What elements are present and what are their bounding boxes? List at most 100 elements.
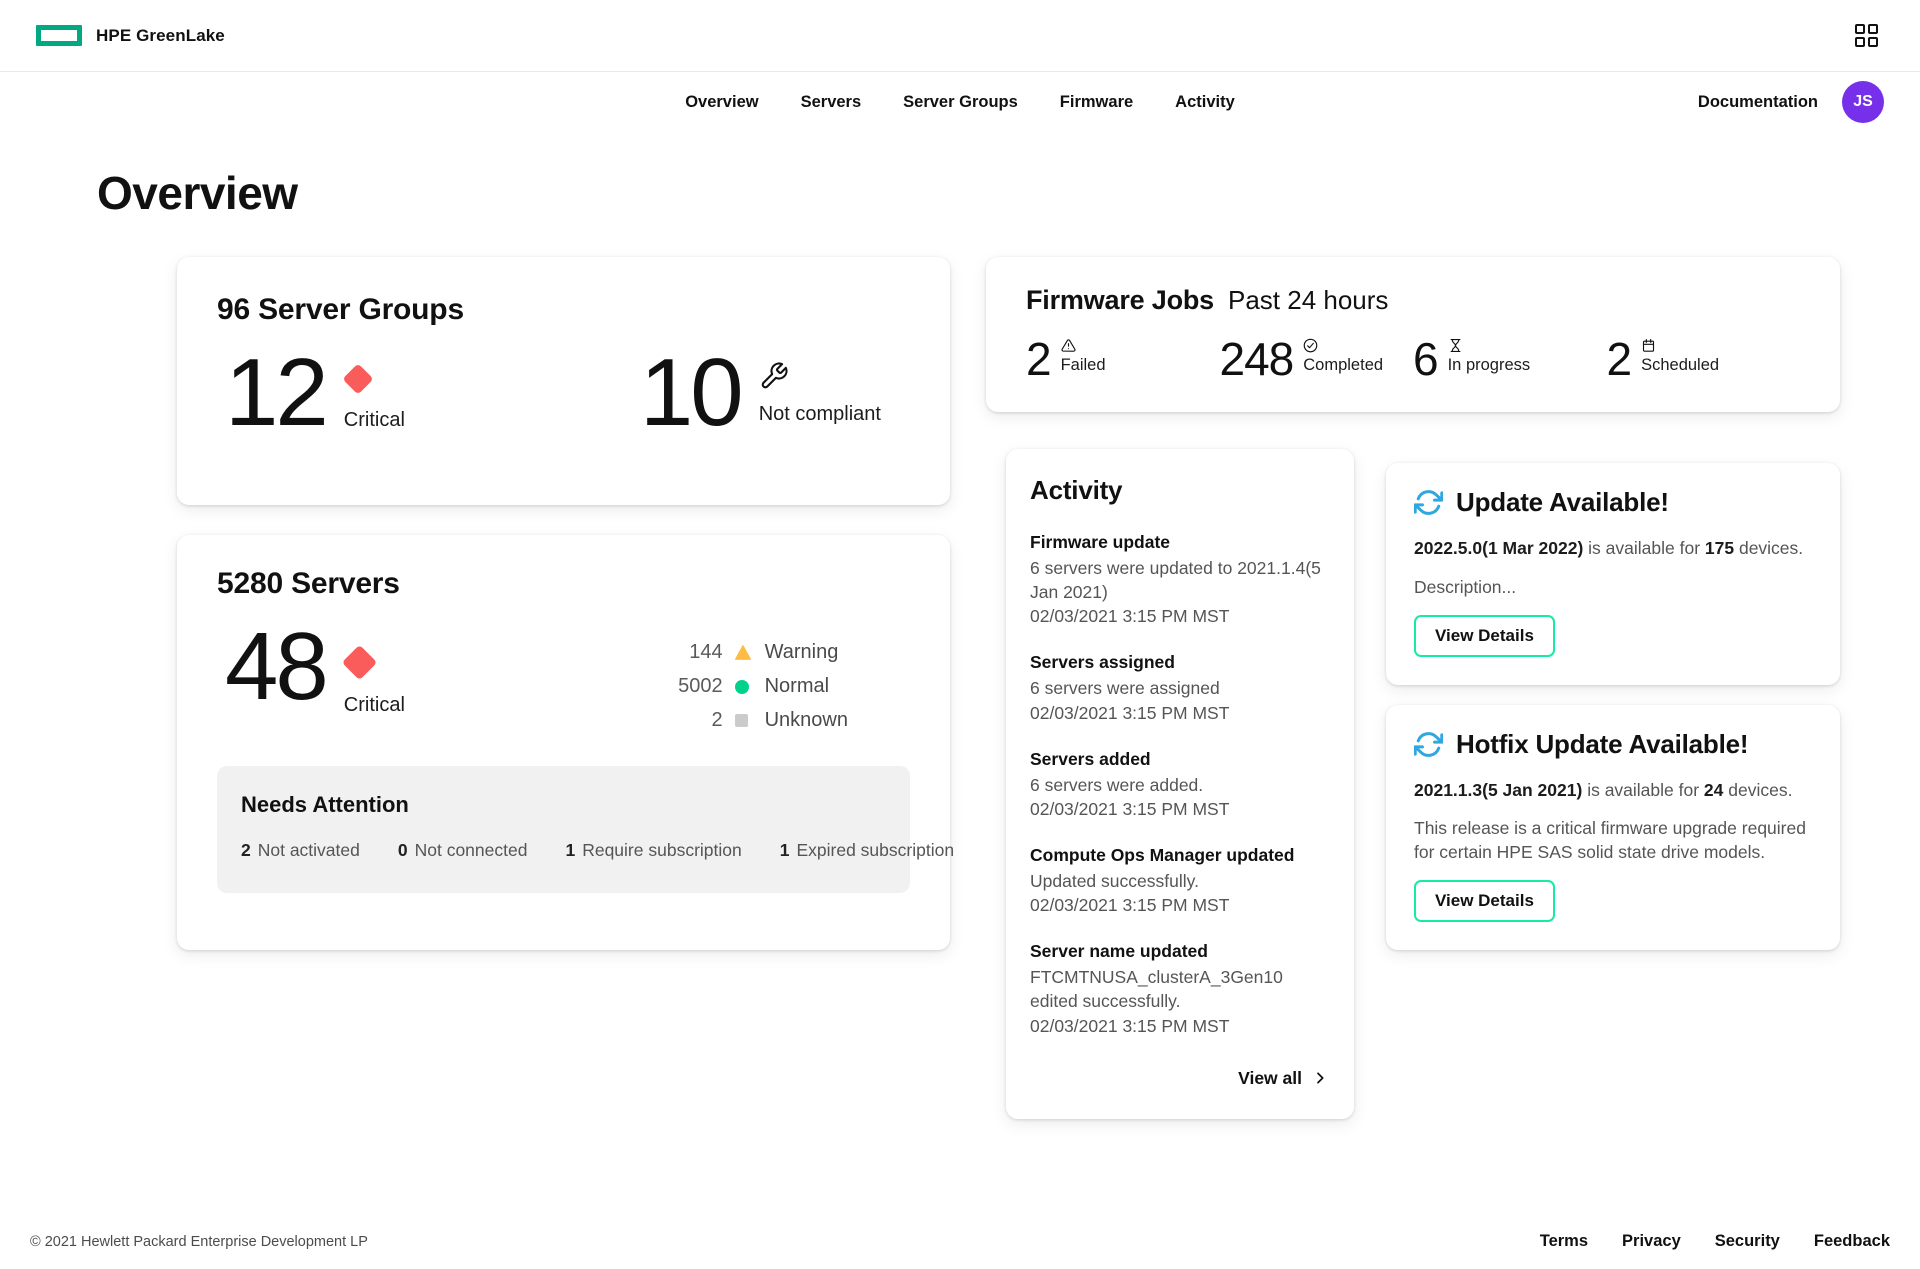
expired-subscription-label: Expired subscription	[796, 840, 954, 860]
activity-item-description: FTCMTNUSA_clusterA_3Gen10 edited success…	[1030, 965, 1330, 1013]
terms-link[interactable]: Terms	[1540, 1232, 1588, 1251]
footer-links: Terms Privacy Security Feedback	[1540, 1232, 1890, 1251]
grid-square-icon	[1855, 24, 1865, 34]
unknown-count: 2	[678, 709, 723, 732]
in-progress-jobs-count: 6	[1413, 336, 1438, 382]
require-subscription-count: 1	[565, 840, 575, 860]
view-all-link[interactable]: View all	[1236, 1062, 1330, 1095]
activity-item-description: 6 servers were added.	[1030, 773, 1330, 797]
wrench-icon	[759, 361, 789, 391]
failed-jobs-count: 2	[1026, 336, 1051, 382]
app-launcher-grid-icon[interactable]	[1851, 20, 1882, 51]
hotfix-avail-text: is available for	[1582, 780, 1704, 800]
require-subscription-stat: 1Require subscription	[565, 840, 741, 861]
not-connected-label: Not connected	[415, 840, 528, 860]
hourglass-icon	[1448, 338, 1463, 353]
calendar-icon	[1641, 338, 1656, 353]
update-available-card: Update Available! 2022.5.0(1 Mar 2022) i…	[1386, 463, 1840, 685]
normal-count: 5002	[678, 675, 723, 698]
hotfix-description: This release is a critical firmware upgr…	[1414, 816, 1812, 864]
unknown-square-icon	[735, 714, 748, 727]
activity-item: Server name updated FTCMTNUSA_clusterA_3…	[1030, 941, 1330, 1037]
update-availability-line: 2022.5.0(1 Mar 2022) is available for 17…	[1414, 536, 1812, 561]
normal-label: Normal	[765, 675, 848, 698]
update-devices-text: devices.	[1734, 538, 1803, 558]
activity-item-title: Compute Ops Manager updated	[1030, 845, 1330, 866]
update-version: 2022.5.0(1 Mar 2022)	[1414, 538, 1583, 558]
critical-servers-stat: 48 Critical	[225, 625, 405, 732]
check-circle-icon	[1303, 338, 1318, 353]
nav-tab-servers[interactable]: Servers	[801, 93, 862, 112]
user-avatar[interactable]: JS	[1842, 81, 1884, 123]
scheduled-jobs-count: 2	[1607, 336, 1632, 382]
not-connected-count: 0	[398, 840, 408, 860]
hpe-logo-icon	[36, 25, 82, 46]
activity-item-timestamp: 02/03/2021 3:15 PM MST	[1030, 1014, 1330, 1038]
security-link[interactable]: Security	[1715, 1232, 1780, 1251]
scheduled-jobs-stat: 2 Scheduled	[1607, 336, 1801, 382]
activity-title: Activity	[1030, 475, 1330, 506]
firmware-jobs-title: Firmware Jobs	[1026, 285, 1214, 316]
nav-tab-activity[interactable]: Activity	[1175, 93, 1235, 112]
server-groups-card: 96 Server Groups 12 Critical 10 Not c	[177, 257, 950, 505]
warning-count: 144	[678, 641, 723, 664]
critical-groups-label: Critical	[344, 409, 405, 432]
needs-attention-panel: Needs Attention 2Not activated 0 Not conn…	[217, 766, 910, 893]
feedback-link[interactable]: Feedback	[1814, 1232, 1890, 1251]
critical-groups-stat: 12 Critical	[225, 351, 405, 435]
page-title: Overview	[97, 166, 1840, 220]
needs-attention-title: Needs Attention	[241, 792, 886, 818]
top-bar: HPE GreenLake	[0, 0, 1920, 72]
avatar-initials: JS	[1853, 93, 1873, 111]
main-nav: Overview Servers Server Groups Firmware …	[0, 72, 1920, 132]
activity-item-title: Server name updated	[1030, 941, 1330, 962]
update-device-count: 175	[1705, 538, 1734, 558]
firmware-jobs-subtitle: Past 24 hours	[1228, 285, 1388, 316]
grid-square-icon	[1868, 37, 1878, 47]
nav-tab-firmware[interactable]: Firmware	[1060, 93, 1133, 112]
hotfix-availability-line: 2021.1.3(5 Jan 2021) is available for 24…	[1414, 778, 1812, 803]
activity-item: Servers added 6 servers were added. 02/0…	[1030, 749, 1330, 821]
grid-square-icon	[1868, 24, 1878, 34]
view-details-button[interactable]: View Details	[1414, 880, 1555, 922]
refresh-icon	[1414, 730, 1443, 759]
view-details-button[interactable]: View Details	[1414, 615, 1555, 657]
hotfix-update-card: Hotfix Update Available! 2021.1.3(5 Jan …	[1386, 705, 1840, 951]
completed-jobs-count: 248	[1220, 336, 1294, 382]
not-compliant-count: 10	[640, 351, 741, 435]
update-card-title: Update Available!	[1456, 487, 1669, 518]
not-compliant-label: Not compliant	[759, 403, 881, 426]
nav-tab-overview[interactable]: Overview	[685, 93, 758, 112]
activity-item-description: 6 servers were updated to 2021.1.4(5 Jan…	[1030, 556, 1330, 604]
activity-item-timestamp: 02/03/2021 3:15 PM MST	[1030, 701, 1330, 725]
not-activated-count: 2	[241, 840, 251, 860]
chevron-right-icon	[1312, 1070, 1328, 1086]
hotfix-devices-text: devices.	[1723, 780, 1792, 800]
alert-triangle-icon	[1061, 338, 1076, 353]
activity-item-title: Servers added	[1030, 749, 1330, 770]
servers-card: 5280 Servers 48 Critical 144 Warning 500…	[177, 535, 950, 950]
nav-tab-server-groups[interactable]: Server Groups	[903, 93, 1018, 112]
server-status-list: 144 Warning 5002 Normal 2 Unknown	[678, 625, 848, 732]
activity-item: Servers assigned 6 servers were assigned…	[1030, 652, 1330, 724]
normal-circle-icon	[735, 680, 749, 694]
scheduled-jobs-label: Scheduled	[1641, 356, 1719, 375]
grid-square-icon	[1855, 37, 1865, 47]
failed-jobs-stat: 2 Failed	[1026, 336, 1220, 382]
privacy-link[interactable]: Privacy	[1622, 1232, 1681, 1251]
hpe-greenlake-brand[interactable]: HPE GreenLake	[36, 25, 225, 46]
not-activated-stat: 2Not activated	[241, 840, 360, 861]
activity-item-title: Firmware update	[1030, 532, 1330, 553]
documentation-link[interactable]: Documentation	[1698, 93, 1818, 112]
activity-item-description: Updated successfully.	[1030, 869, 1330, 893]
hotfix-device-count: 24	[1704, 780, 1723, 800]
copyright-text: © 2021 Hewlett Packard Enterprise Develo…	[30, 1234, 368, 1250]
critical-diamond-icon	[342, 645, 377, 680]
critical-groups-count: 12	[225, 351, 326, 435]
update-avail-text: is available for	[1583, 538, 1705, 558]
servers-card-title: 5280 Servers	[217, 567, 910, 601]
completed-jobs-stat: 248 Completed	[1220, 336, 1414, 382]
in-progress-jobs-stat: 6 In progress	[1413, 336, 1607, 382]
hotfix-card-title: Hotfix Update Available!	[1456, 729, 1748, 760]
activity-item: Firmware update 6 servers were updated t…	[1030, 532, 1330, 628]
